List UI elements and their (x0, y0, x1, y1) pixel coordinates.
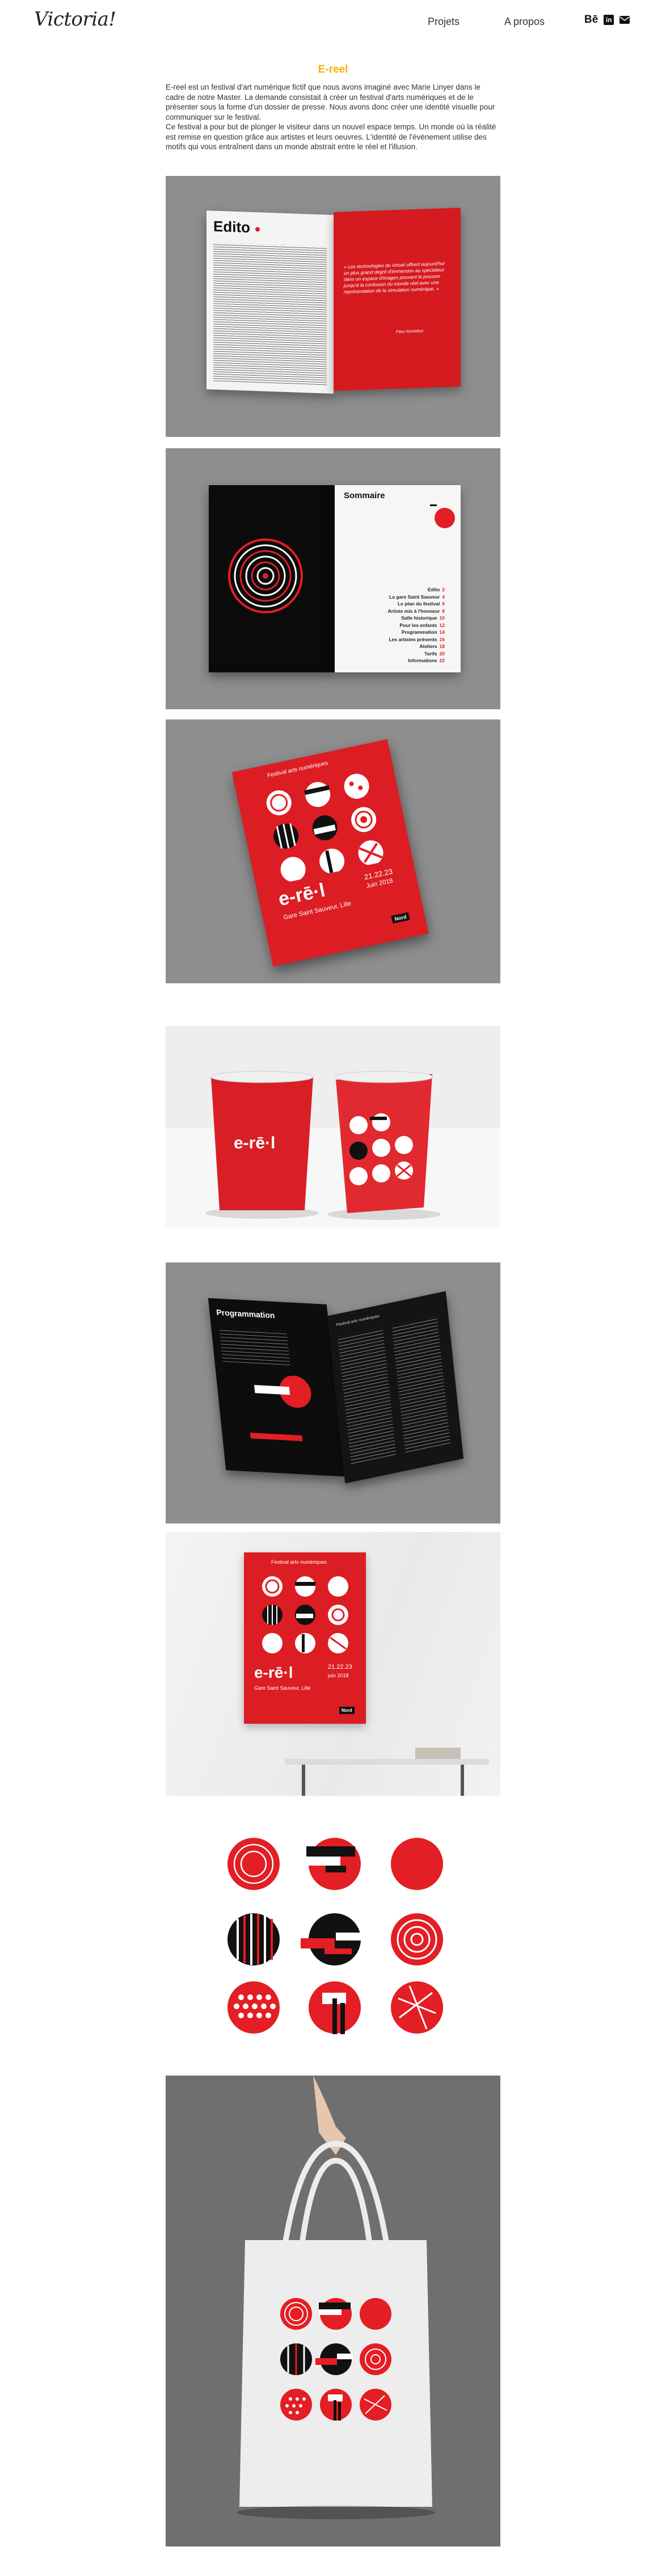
tote-bag-graphic (237, 2076, 435, 2519)
nav-a-propos[interactable]: A propos (504, 16, 545, 28)
red-circle-graphic (435, 508, 455, 528)
sommaire-item-label: Edito (428, 587, 440, 592)
description-paragraph: Ce festival a pour but de plonger le vis… (166, 123, 496, 151)
sommaire-item: Tarifs 20 (388, 650, 445, 658)
sommaire-item-label: Les artistes présents (389, 636, 437, 642)
sommaire-item-label: Programmation (401, 629, 437, 635)
mockup-cups: e-rē·l (166, 1026, 500, 1227)
programmation-right-page: Festival arts numériques (327, 1291, 464, 1484)
poster-month: juin 2018 (328, 1673, 349, 1678)
cup-logo: e-rē·l (234, 1134, 276, 1152)
sommaire-item-label: Salle historique (401, 615, 437, 621)
social-links: Bē in (584, 14, 630, 26)
sommaire-item: Informations 22 (388, 657, 445, 664)
sommaire-item-label: Ateliers (419, 643, 437, 649)
sommaire-item-page: 16 (439, 636, 445, 642)
mockup-poster-wall: Festival arts numériques e-rē·l 21.22.23… (166, 1532, 500, 1796)
sommaire-item-page: 2 (442, 587, 445, 592)
poster-subtitle: Festival arts numériques (271, 1559, 327, 1565)
paper-cups-graphic (205, 1071, 441, 1220)
sommaire-item: Pour les enfants 12 (388, 622, 445, 629)
poster-venue: Gare Saint Sauveur, Lille (254, 1685, 311, 1691)
mockup-tote-bag (166, 2076, 500, 2546)
red-dot (255, 227, 260, 232)
sommaire-item-page: 6 (442, 601, 445, 607)
poster-nord-badge: Nord (339, 1707, 355, 1714)
sommaire-item-label: Pour les enfants (399, 622, 437, 628)
sommaire-item: Programmation 14 (388, 629, 445, 636)
programmation-text-lines (219, 1327, 290, 1366)
sommaire-right-page: Sommaire Edito 2 La gare Saint Sauveur 4 Le … (335, 485, 461, 672)
edito-heading: Edito (213, 217, 250, 236)
mockup-cover: Festival arts numériques e-rē·l 21.22.23… (166, 719, 500, 983)
sommaire-item-page: 18 (439, 643, 445, 649)
sommaire-item: Edito 2 (388, 586, 445, 594)
project-description: E-reel est un festival d'art numérique f… (166, 82, 500, 152)
programmation-left-page: Programmation (208, 1298, 345, 1477)
description-paragraph: E-reel est un festival d'art numérique f… (166, 83, 495, 121)
sommaire-item: Les artistes présents 16 (388, 636, 445, 643)
black-bar (430, 504, 437, 506)
sommaire-item-page: 8 (442, 608, 445, 614)
sommaire-item: Salle historique 10 (388, 614, 445, 622)
site-header: Victoria! Projets A propos Bē in (0, 0, 666, 45)
pattern-grid-graphic (227, 1838, 443, 2034)
behance-icon[interactable]: Bē (584, 14, 598, 26)
poster-pattern-grid (262, 1576, 348, 1653)
sommaire-item: La gare Saint Sauveur 4 (388, 594, 445, 601)
sommaire-item-page: 12 (439, 622, 445, 628)
sommaire-item: Ateliers 18 (388, 643, 445, 650)
desk-object (415, 1748, 461, 1759)
programmation-column-2 (391, 1316, 451, 1454)
programmation-column-1 (338, 1327, 397, 1466)
concentric-circles-graphic (228, 538, 303, 613)
mockup-sommaire-spread: Sommaire Edito 2 La gare Saint Sauveur 4 Le … (166, 448, 500, 709)
desk-top (285, 1759, 489, 1765)
sommaire-item-page: 14 (439, 629, 445, 635)
site-logo[interactable]: Victoria! (34, 8, 116, 31)
sommaire-item-page: 10 (439, 615, 445, 621)
edito-left-page: Edito (206, 211, 334, 394)
sommaire-item-page: 22 (439, 658, 445, 663)
desk-leg (461, 1765, 464, 1796)
mockup-programmation-spread: Programmation Festival arts numériques (166, 1262, 500, 1523)
sommaire-item-label: La gare Saint Sauveur (389, 594, 440, 600)
linkedin-icon[interactable]: in (604, 15, 614, 25)
sommaire-left-page (209, 485, 335, 672)
programmation-heading: Programmation (216, 1307, 276, 1320)
sommaire-item: Le plan du festival 6 (388, 600, 445, 608)
cover-nord-badge: Nord (391, 912, 410, 924)
poster-dates: 21.22.23 (328, 1664, 352, 1670)
sommaire-heading: Sommaire (344, 491, 385, 500)
edito-body-text (213, 242, 327, 386)
edito-right-page: « Les technologies du virtuel offrent au… (334, 208, 461, 391)
sommaire-item-page: 20 (439, 650, 445, 656)
edito-quote: « Les technologies du virtuel offrent au… (344, 260, 445, 295)
sommaire-item-label: Artiste mis à l'honneur (387, 608, 440, 614)
nav-projets[interactable]: Projets (428, 16, 460, 28)
sommaire-item-label: Le plan du festival (398, 601, 440, 607)
red-bar-graphic (250, 1432, 303, 1441)
sommaire-item-label: Tarifs (424, 650, 437, 656)
mockup-edito-spread: Edito « Les technologies du virtuel offr… (166, 176, 500, 437)
project-title: E-reel (318, 64, 348, 75)
sommaire-item-page: 4 (442, 594, 445, 600)
white-bar-graphic (254, 1384, 290, 1395)
envelope-icon[interactable] (619, 14, 630, 26)
cover-page: Festival arts numériques e-rē·l 21.22.23… (231, 739, 429, 967)
pattern-grid (166, 1833, 500, 2034)
sommaire-item-label: Informations (408, 658, 437, 663)
poster: Festival arts numériques e-rē·l 21.22.23… (244, 1552, 366, 1724)
sommaire-list: Edito 2 La gare Saint Sauveur 4 Le plan du f… (388, 586, 445, 664)
poster-logo: e-rē·l (254, 1664, 293, 1681)
edito-quote-author: Fleur Rochefort (396, 329, 424, 335)
desk-leg (302, 1765, 305, 1796)
sommaire-item: Artiste mis à l'honneur 8 (388, 608, 445, 615)
programmation-subheading: Festival arts numériques (336, 1314, 380, 1328)
